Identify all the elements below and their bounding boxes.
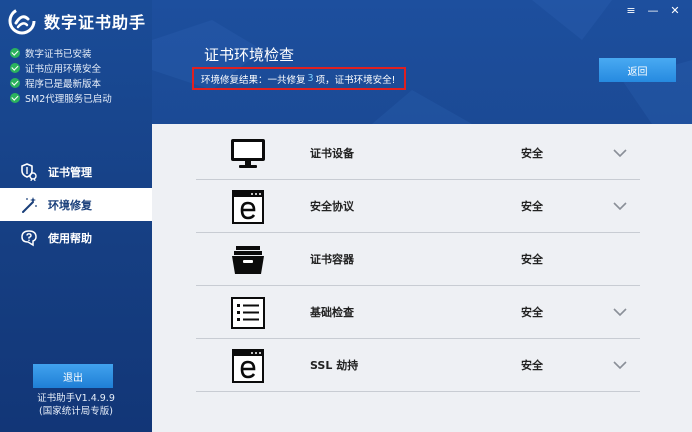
status-text: 程序已是最新版本 [25,78,102,90]
window-controls: ≡ — ✕ [620,2,686,18]
version-text: 证书助手V1.4.9.9 [37,393,115,404]
status-list: 数字证书已安装 证书应用环境安全 程序已是最新版本 SM2代理服务已启动 [10,45,112,105]
check-icon [10,92,20,103]
check-name: 基础检查 [310,306,354,319]
magic-wand-icon [20,196,38,214]
repair-result-message: 环境修复结果：一共修复 3 项，证书环境安全! [192,67,406,90]
menu-icon[interactable]: ≡ [620,2,642,18]
check-name: 安全协议 [310,200,354,213]
checklist-icon [230,297,266,329]
browser-e-icon [230,349,266,383]
archive-box-icon [230,244,266,276]
status-text: 数字证书已安装 [25,48,92,60]
status-item: 程序已是最新版本 [10,75,112,90]
check-status: 安全 [521,253,543,266]
sidebar-nav: 证书管理 环境修复 使用帮助 [0,155,152,254]
chevron-down-icon[interactable] [613,306,627,318]
version-info: 证书助手V1.4.9.9 (国家统计局专版) [0,392,152,418]
app-logo: 数字证书助手 [8,6,146,36]
sidebar: 数字证书助手 数字证书已安装 证书应用环境安全 程序已是最新版本 SM2代理服务… [0,0,152,432]
check-row-ssl-hijack[interactable]: SSL 劫持 安全 [196,339,640,392]
status-item: 数字证书已安装 [10,45,112,60]
check-status: 安全 [521,359,543,372]
sidebar-item-env-repair[interactable]: 环境修复 [0,188,152,221]
sidebar-item-label: 使用帮助 [48,231,92,245]
status-text: SM2代理服务已启动 [25,93,112,105]
check-icon [10,47,20,58]
check-row-cert-container[interactable]: 证书容器 安全 [196,233,640,286]
check-status: 安全 [521,200,543,213]
status-text: 证书应用环境安全 [25,63,102,75]
help-icon [20,229,38,247]
browser-e-icon [230,190,266,224]
chevron-down-icon[interactable] [613,147,627,159]
sidebar-item-label: 环境修复 [48,198,92,212]
chevron-down-icon[interactable] [613,359,627,371]
check-row-basic-check[interactable]: 基础检查 安全 [196,286,640,339]
check-icon [10,77,20,88]
logout-button[interactable]: 退出 [33,364,113,388]
chevron-down-icon[interactable] [613,200,627,212]
close-icon[interactable]: ✕ [664,2,686,18]
check-row-cert-device[interactable]: 证书设备 安全 [196,127,640,180]
sidebar-item-cert-management[interactable]: 证书管理 [0,155,152,188]
app-logo-icon [8,7,36,35]
check-results-panel: 证书设备 安全 安全协议 安全 证书容器 安全 基础检查 安全 SSL 劫持 安… [152,124,692,432]
status-item: SM2代理服务已启动 [10,90,112,105]
status-item: 证书应用环境安全 [10,60,112,75]
check-status: 安全 [521,306,543,319]
check-name: 证书容器 [310,253,354,266]
minimize-icon[interactable]: — [642,2,664,18]
header-banner: ≡ — ✕ 证书环境检查 环境修复结果：一共修复 3 项，证书环境安全! 返回 [152,0,692,124]
result-count: 3 [307,73,314,84]
back-button[interactable]: 返回 [599,58,676,82]
check-name: SSL 劫持 [310,359,359,372]
check-list: 证书设备 安全 安全协议 安全 证书容器 安全 基础检查 安全 SSL 劫持 安… [196,127,640,392]
result-prefix: 环境修复结果：一共修复 [201,74,306,86]
sidebar-item-help[interactable]: 使用帮助 [0,221,152,254]
sidebar-item-label: 证书管理 [48,165,92,179]
edition-text: (国家统计局专版) [39,406,113,417]
check-status: 安全 [521,147,543,160]
check-name: 证书设备 [310,147,354,160]
page-title: 证书环境检查 [204,46,295,64]
check-row-security-protocol[interactable]: 安全协议 安全 [196,180,640,233]
certificate-shield-icon [20,162,38,181]
result-suffix: 项，证书环境安全! [315,74,396,86]
app-title: 数字证书助手 [44,13,147,32]
check-icon [10,62,20,73]
monitor-icon [230,138,266,170]
